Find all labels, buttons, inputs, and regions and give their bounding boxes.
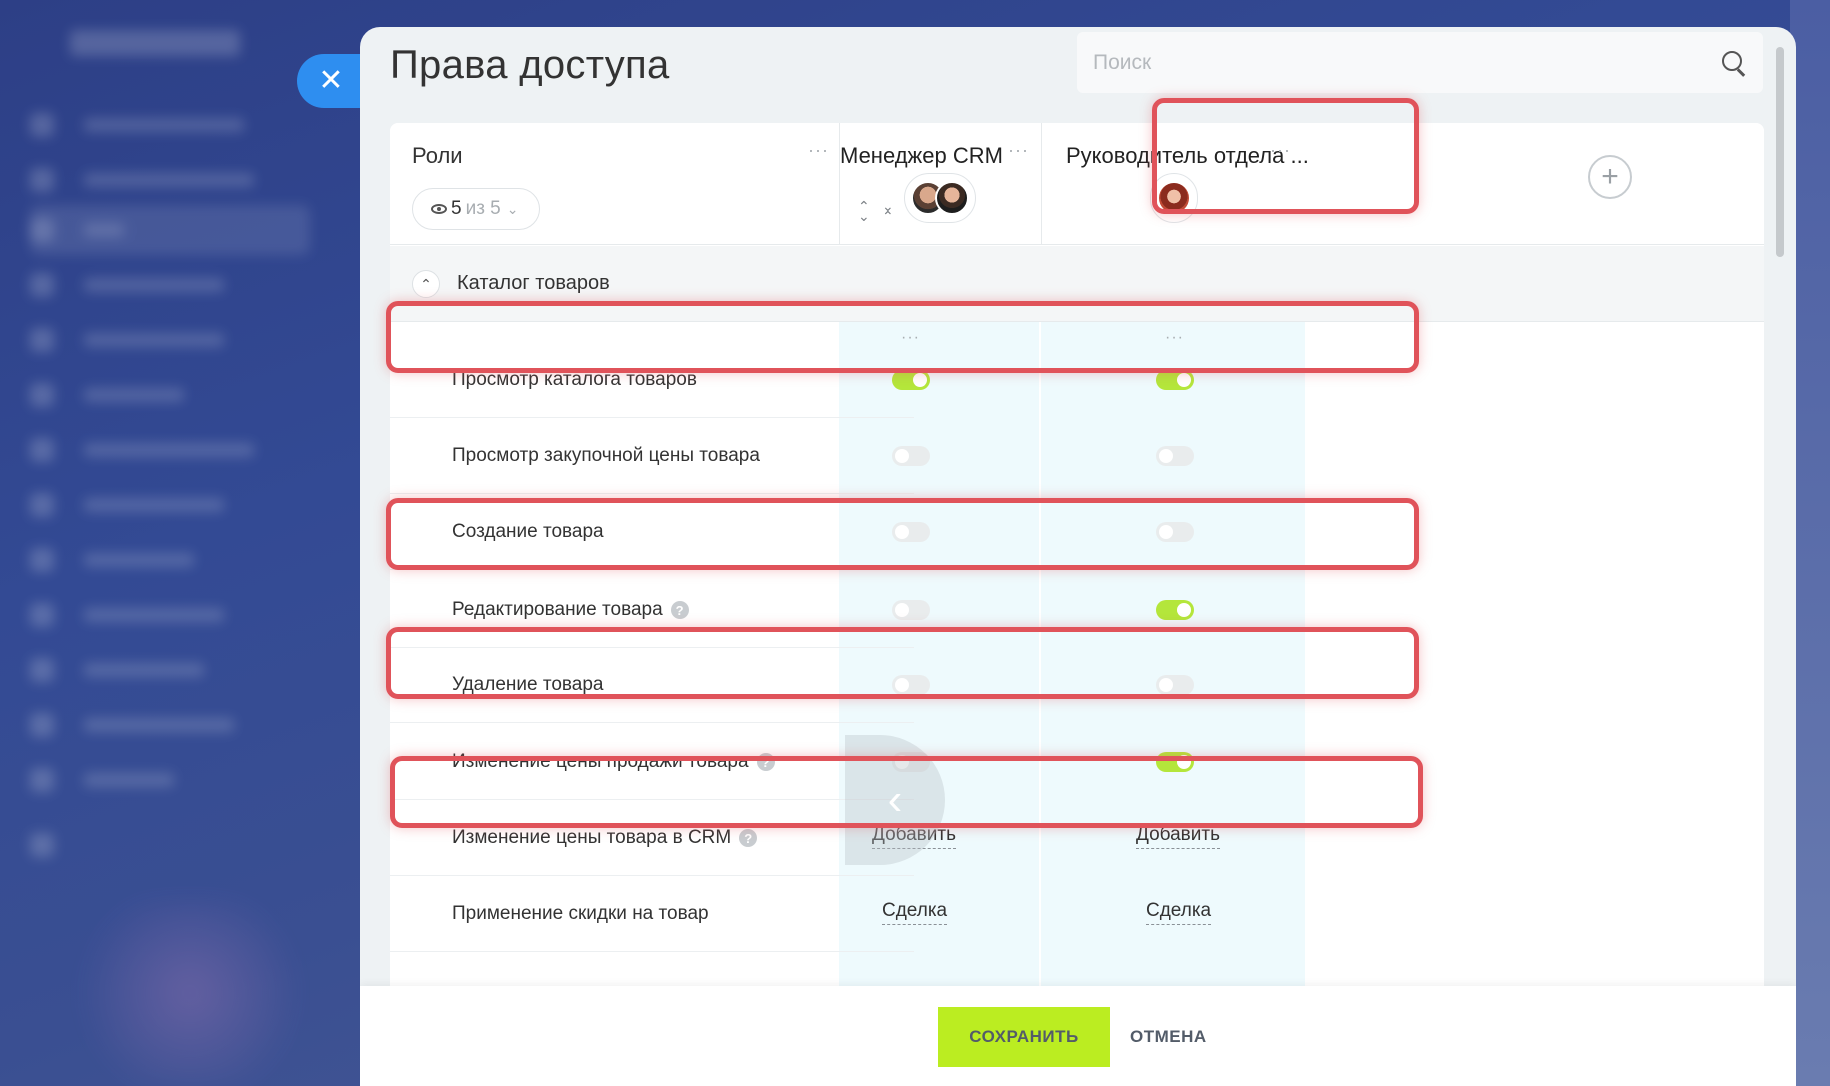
background-sidebar — [0, 0, 360, 1086]
value-selector[interactable]: Сделка — [1146, 898, 1212, 925]
permission-label: Редактирование товара? — [452, 572, 689, 648]
roles-more-icon[interactable]: ··· — [808, 141, 829, 159]
permission-label: Изменение цены продажи товара? — [452, 724, 775, 800]
role-more-icon[interactable]: ··· — [1270, 141, 1291, 159]
permission-row: Редактирование товара? — [390, 572, 1764, 648]
section-product-catalog[interactable]: ⌃ Каталог товаров — [390, 246, 1764, 322]
role-name: Менеджер CRM — [840, 143, 1003, 168]
toggle-switch[interactable] — [1156, 446, 1194, 466]
access-rights-panel: Права доступа Роли ··· 5 из 5 ⌄ ⌃⌄ ⌄⌃ Ме… — [360, 27, 1796, 1086]
role-more-icon[interactable]: ··· — [1008, 141, 1029, 159]
help-icon[interactable]: ? — [756, 753, 775, 771]
value-selector[interactable]: Сделка — [882, 898, 948, 925]
roles-label: Роли — [412, 143, 463, 168]
visible-roles-counter[interactable]: 5 из 5 ⌄ — [412, 188, 540, 230]
avatar — [1157, 181, 1191, 215]
toggle-switch[interactable] — [892, 675, 930, 695]
permission-row: Просмотр каталога товаров — [390, 342, 1764, 418]
footer-bar: СОХРАНИТЬ ОТМЕНА — [360, 986, 1796, 1086]
permission-row: Удаление товара — [390, 647, 1764, 723]
save-button[interactable]: СОХРАНИТЬ — [938, 1007, 1110, 1067]
avatar — [935, 181, 969, 215]
permission-row: Просмотр закупочной цены товара — [390, 418, 1764, 494]
roles-header: Роли ··· 5 из 5 ⌄ ⌃ ⌄ ⌄ ⌃ Менеджер CRM ···… — [390, 123, 1764, 245]
permission-row: Применение скидки на товар Сделка Сделка — [390, 876, 1764, 952]
scrollbar[interactable] — [1776, 47, 1784, 257]
role-column-manager-crm[interactable]: Менеджер CRM ··· — [839, 123, 1039, 245]
toggle-switch[interactable] — [1156, 522, 1194, 542]
toggle-switch[interactable] — [1156, 370, 1194, 390]
toggle-switch[interactable] — [1156, 600, 1194, 620]
close-icon: ✕ — [318, 64, 344, 97]
toggle-switch[interactable] — [1156, 752, 1194, 772]
close-button[interactable]: ✕ — [297, 54, 365, 108]
role-column-head-of-department[interactable]: Руководитель отдела ... ··· — [1041, 123, 1309, 245]
counter-shown: 5 — [451, 198, 462, 219]
permission-label: Удаление товара — [452, 674, 604, 695]
counter-total: из 5 — [465, 198, 501, 219]
add-role-button[interactable]: + — [1588, 155, 1632, 199]
permission-label: Применение скидки на товар — [452, 903, 709, 924]
toggle-switch[interactable] — [892, 522, 930, 542]
permission-row: Изменение цены товара в CRM? Добавить До… — [390, 800, 1764, 876]
permission-label: Просмотр закупочной цены товара — [452, 445, 760, 466]
role-members[interactable] — [840, 173, 1040, 223]
search-input[interactable] — [1093, 50, 1721, 75]
search-icon[interactable] — [1721, 50, 1747, 76]
eye-icon — [431, 204, 447, 214]
permission-row: Создание товара — [390, 494, 1764, 570]
background-edge — [1790, 0, 1830, 1086]
permission-label: Просмотр каталога товаров — [452, 369, 697, 390]
chevron-up-icon[interactable]: ⌃ — [412, 270, 440, 298]
chevron-left-icon: ‹ — [887, 775, 903, 824]
search-box — [1077, 32, 1763, 93]
permissions-table: Роли ··· 5 из 5 ⌄ ⌃ ⌄ ⌄ ⌃ Менеджер CRM ···… — [390, 123, 1764, 1043]
toggle-switch[interactable] — [892, 370, 930, 390]
toggle-switch[interactable] — [1156, 675, 1194, 695]
toggle-switch[interactable] — [892, 446, 930, 466]
plus-icon: + — [1601, 160, 1619, 193]
section-title: Каталог товаров — [457, 272, 610, 294]
chevron-down-icon: ⌄ — [506, 200, 519, 217]
permission-row: Изменение цены продажи товара? — [390, 724, 1764, 800]
toggle-switch[interactable] — [892, 600, 930, 620]
help-icon[interactable]: ? — [739, 829, 758, 847]
cancel-button[interactable]: ОТМЕНА — [1130, 1007, 1207, 1067]
page-title: Права доступа — [390, 43, 670, 87]
permission-label: Создание товара — [452, 521, 604, 542]
permission-label: Изменение цены товара в CRM? — [452, 800, 758, 876]
role-members[interactable] — [1042, 173, 1306, 223]
help-icon[interactable]: ? — [670, 601, 689, 619]
value-selector[interactable]: Добавить — [1136, 822, 1220, 849]
